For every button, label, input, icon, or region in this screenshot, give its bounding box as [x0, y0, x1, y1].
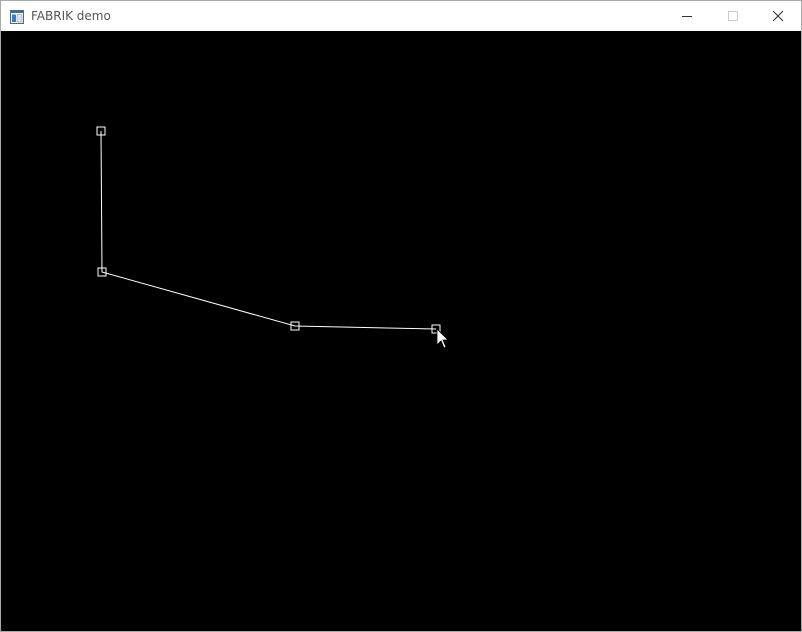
- close-button[interactable]: [755, 1, 801, 31]
- ik-chain-segments: [100, 130, 437, 330]
- minimize-icon: [682, 16, 692, 17]
- maximize-button[interactable]: [710, 1, 756, 31]
- mouse-cursor-icon: [436, 328, 449, 349]
- title-bar[interactable]: FABRIK demo: [1, 1, 801, 31]
- maximize-icon: [728, 11, 738, 21]
- app-icon: [10, 9, 24, 24]
- close-icon: [772, 10, 784, 22]
- minimize-button[interactable]: [664, 1, 710, 31]
- ik-chain-drawing: [96, 126, 449, 349]
- window-title: FABRIK demo: [31, 9, 111, 23]
- app-window: FABRIK demo: [0, 0, 802, 632]
- render-canvas[interactable]: [1, 31, 801, 631]
